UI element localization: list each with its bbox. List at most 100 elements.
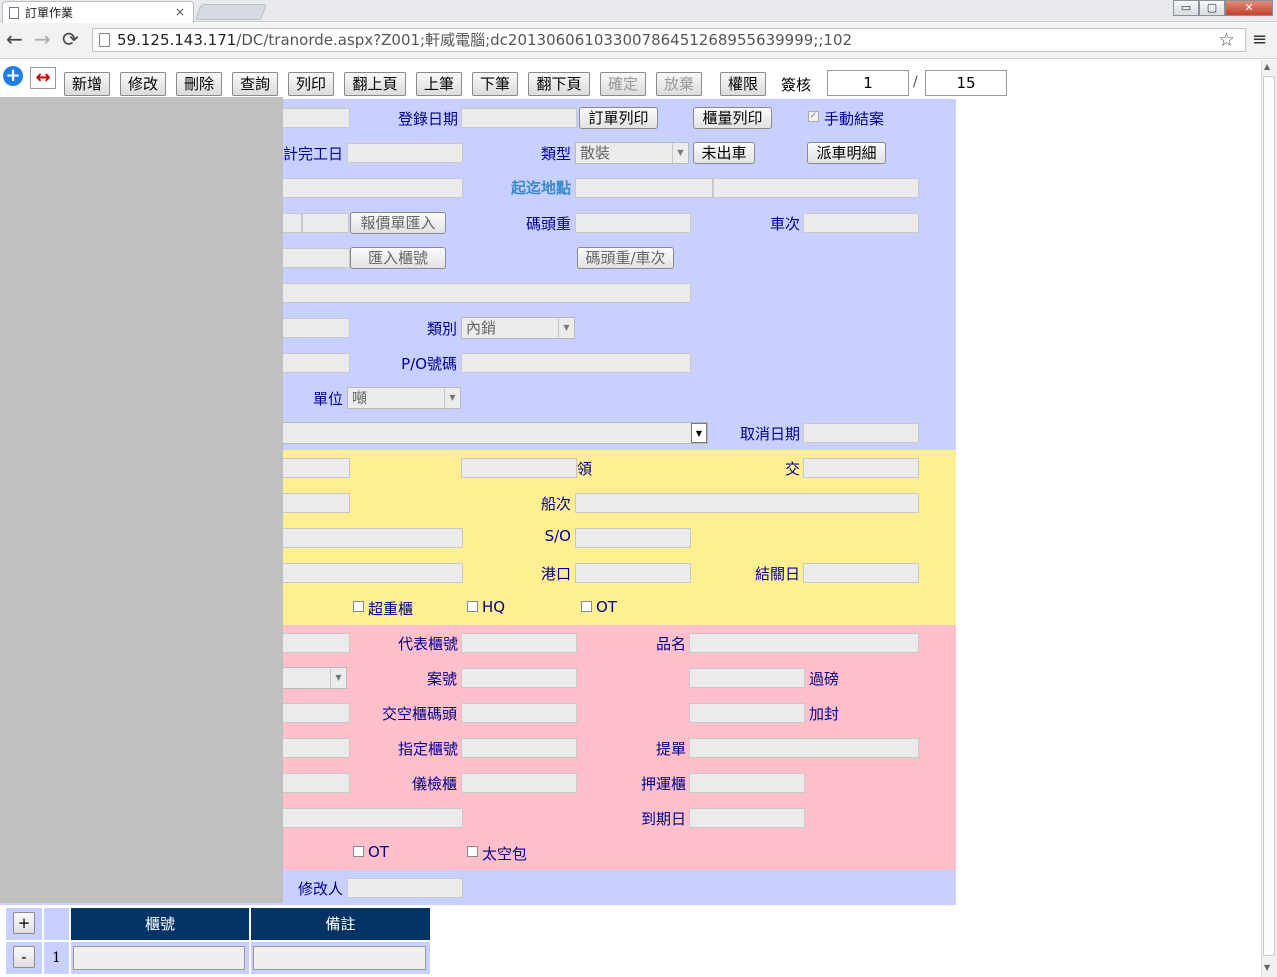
manual-close-checkbox[interactable]: ✓ <box>808 111 819 122</box>
swap-arrows-icon[interactable]: ↔ <box>30 67 56 89</box>
minimize-button[interactable]: ▭ <box>1173 0 1199 16</box>
tab-close-icon[interactable]: × <box>175 5 185 19</box>
address-bar[interactable]: 59.125.143.171/DC/tranorde.aspx?Z001;軒威電… <box>92 28 1246 52</box>
edit-button[interactable]: 修改 <box>120 72 166 96</box>
order-print-button[interactable]: 訂單列印 <box>579 107 658 129</box>
field-r3-left[interactable] <box>270 178 463 198</box>
escort-field[interactable] <box>689 773 805 793</box>
to-location-field[interactable] <box>713 178 919 198</box>
new-button[interactable]: 新增 <box>64 72 110 96</box>
grid-remove-button[interactable]: - <box>13 946 35 968</box>
seal-field[interactable] <box>689 703 805 723</box>
dispatch-detail-button[interactable]: 派車明細 <box>807 142 886 164</box>
po-no-field[interactable] <box>461 353 691 373</box>
est-finish-field[interactable] <box>347 143 463 163</box>
type-label: 類型 <box>540 145 571 163</box>
space-pack-label: 太空包 <box>482 845 528 863</box>
query-button[interactable]: 查詢 <box>232 72 278 96</box>
prev-page-button[interactable]: 翻上頁 <box>344 72 406 96</box>
port-field[interactable] <box>575 563 691 583</box>
field-p6-left[interactable] <box>270 808 463 828</box>
wharf-weight-field[interactable] <box>575 213 691 233</box>
scroll-down-icon[interactable]: ▼ <box>1264 963 1270 972</box>
bl-field[interactable] <box>689 738 919 758</box>
product-field[interactable] <box>689 633 919 653</box>
rep-container-field[interactable] <box>461 633 577 653</box>
grid-header-note: 備註 <box>251 908 430 940</box>
expiry-field[interactable] <box>689 808 805 828</box>
grid-add-button[interactable]: + <box>13 912 35 934</box>
prev-record-button[interactable]: 上筆 <box>416 72 462 96</box>
hq-checkbox[interactable] <box>467 601 478 612</box>
browser-menu-icon[interactable]: ≡ <box>1252 29 1267 50</box>
delete-button[interactable]: 刪除 <box>176 72 222 96</box>
bookmark-star-icon[interactable]: ☆ <box>1218 29 1235 51</box>
field-y4-left[interactable] <box>270 563 463 583</box>
grid-row-number: 1 <box>44 942 69 974</box>
voyage-field[interactable] <box>575 493 919 513</box>
browser-tab[interactable]: 訂單作業 × <box>2 1 194 23</box>
maximize-button[interactable]: ▢ <box>1199 0 1225 16</box>
cancel-button[interactable]: 放棄 <box>656 72 702 96</box>
empty-return-field[interactable] <box>461 703 577 723</box>
add-circle-icon[interactable]: + <box>3 66 23 86</box>
inspection-field[interactable] <box>461 773 577 793</box>
grid-note-input[interactable] <box>253 946 426 970</box>
quote-import-button[interactable]: 報價單匯入 <box>350 212 446 234</box>
not-dispatched-button[interactable]: 未出車 <box>693 142 755 164</box>
confirm-button[interactable]: 確定 <box>600 72 646 96</box>
document-icon <box>9 6 19 19</box>
type-select[interactable]: 散裝 ▼ <box>575 142 689 164</box>
ot2-checkbox[interactable] <box>353 846 364 857</box>
page-icon <box>99 33 110 47</box>
field-r4-b[interactable] <box>302 213 349 233</box>
hq-label: HQ <box>482 598 506 616</box>
wharf-trip-button[interactable]: 碼頭重/車次 <box>577 247 674 269</box>
permission-button[interactable]: 權限 <box>720 72 766 96</box>
unit-label: 單位 <box>312 390 343 408</box>
next-record-button[interactable]: 下筆 <box>472 72 518 96</box>
print-button[interactable]: 列印 <box>288 72 334 96</box>
url-host: 59.125.143.171 <box>117 31 237 49</box>
import-container-button[interactable]: 匯入櫃號 <box>350 247 446 269</box>
wharf-weight-label: 碼頭重 <box>525 215 571 233</box>
field-r6-wide[interactable] <box>270 283 691 303</box>
category-select-value: 內銷 <box>466 319 497 337</box>
next-page-button[interactable]: 翻下頁 <box>528 72 590 96</box>
case-no-field[interactable] <box>461 668 577 688</box>
ot-checkbox[interactable] <box>581 601 592 612</box>
url-path: /DC/tranorde.aspx?Z001;軒威電腦;dc2013060610… <box>236 31 853 49</box>
field-y3-left[interactable] <box>270 528 463 548</box>
cancel-date-field[interactable] <box>803 423 919 443</box>
close-date-field[interactable] <box>803 563 919 583</box>
seal-label: 加封 <box>809 705 840 723</box>
weigh-field[interactable] <box>689 668 805 688</box>
category-select[interactable]: 內銷 ▼ <box>461 317 575 339</box>
unit-select[interactable]: 噸 ▼ <box>347 387 461 409</box>
modified-by-field[interactable] <box>347 878 463 898</box>
reload-icon[interactable]: ⟳ <box>62 29 79 49</box>
assigned-container-field[interactable] <box>461 738 577 758</box>
new-tab-button[interactable] <box>195 4 267 20</box>
forward-icon[interactable]: → <box>34 29 51 49</box>
reg-date-label: 登錄日期 <box>397 110 458 128</box>
bl-label: 提單 <box>655 740 686 758</box>
ot2-label: OT <box>368 843 389 861</box>
close-window-button[interactable]: ✕ <box>1225 0 1273 16</box>
scroll-up-icon[interactable]: ▲ <box>1264 62 1270 71</box>
scrollbar-thumb[interactable] <box>1263 76 1275 956</box>
so-field[interactable] <box>575 528 691 548</box>
space-pack-checkbox[interactable] <box>467 846 478 857</box>
grid-index-header <box>44 908 69 940</box>
from-to-label: 起迄地點 <box>510 179 571 197</box>
overweight-checkbox[interactable] <box>353 601 364 612</box>
page-current-input[interactable]: 1 <box>827 70 909 96</box>
trip-field[interactable] <box>803 213 919 233</box>
reg-date-field[interactable] <box>461 108 577 128</box>
deliver-field[interactable] <box>803 458 919 478</box>
long-select[interactable]: ▼ <box>270 422 708 444</box>
back-icon[interactable]: ← <box>6 29 23 49</box>
container-print-button[interactable]: 櫃量列印 <box>693 107 772 129</box>
grid-container-input[interactable] <box>73 946 245 970</box>
from-location-field[interactable] <box>575 178 713 198</box>
